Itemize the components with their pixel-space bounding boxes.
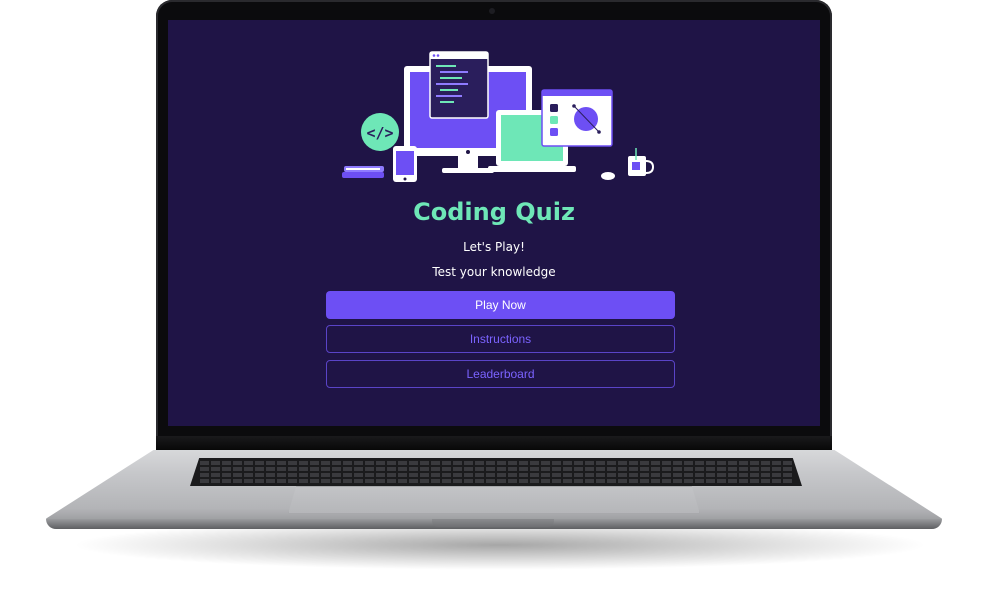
mouse-icon	[601, 172, 615, 180]
code-badge-icon: </>	[361, 113, 399, 151]
phone-icon	[393, 146, 417, 182]
subtitle: Let's Play!	[463, 240, 525, 254]
page-title: Coding Quiz	[413, 198, 575, 226]
books-icon	[342, 166, 384, 178]
laptop-lid: </> Coding Quiz Let's Play! Test your kn…	[156, 0, 832, 450]
svg-text:</>: </>	[366, 124, 393, 142]
laptop-notch	[432, 519, 554, 527]
laptop-screen: </> Coding Quiz Let's Play! Test your kn…	[168, 20, 820, 426]
leaderboard-button[interactable]: Leaderboard	[326, 360, 675, 388]
trackpad	[288, 486, 700, 514]
play-now-button[interactable]: Play Now	[326, 291, 675, 319]
laptop-hinge	[156, 436, 832, 452]
mug-icon	[628, 148, 655, 176]
code-window-icon	[429, 51, 489, 119]
instructions-button[interactable]: Instructions	[326, 325, 675, 353]
webcam	[489, 8, 495, 14]
keyboard	[190, 458, 802, 486]
design-window-icon	[541, 89, 613, 147]
tagline: Test your knowledge	[432, 265, 556, 279]
coding-illustration: </>	[342, 51, 655, 182]
